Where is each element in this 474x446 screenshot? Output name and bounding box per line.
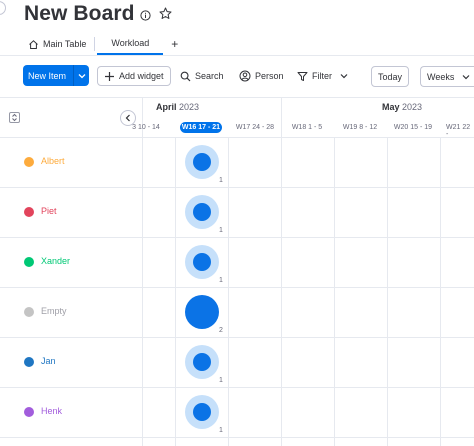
person-row-henk[interactable]: Henk — [0, 387, 143, 437]
person-color-dot — [24, 207, 34, 217]
chevron-left-icon — [125, 114, 130, 122]
add-widget-button[interactable]: Add widget — [97, 66, 171, 86]
person-name: Xander — [41, 256, 71, 266]
week-label: W19 8 - 12 — [342, 124, 378, 131]
chevron-down-icon — [462, 74, 470, 79]
month-april: April 2023 — [156, 102, 199, 112]
info-icon[interactable] — [140, 8, 151, 26]
today-button[interactable]: Today — [371, 66, 410, 87]
search-icon — [180, 71, 191, 81]
person-row-empty[interactable]: Empty — [0, 287, 143, 337]
month-year: 2023 — [402, 102, 423, 112]
workload-bubble-core — [193, 403, 211, 421]
week-label: W17 24 - 28 — [235, 124, 275, 131]
person-row-albert[interactable]: Albert — [0, 137, 143, 187]
column-divider — [387, 137, 388, 446]
week-label: W18 1 - 5 — [291, 124, 323, 131]
tab-divider — [94, 37, 96, 51]
person-name: Jan — [41, 356, 56, 366]
person-row-piet[interactable]: Piet — [0, 187, 143, 237]
view-select-value: Weeks — [427, 71, 455, 82]
week-label: W21 22 - — [446, 124, 471, 138]
workload-count: 1 — [219, 377, 223, 384]
column-divider — [440, 137, 441, 446]
filter-button[interactable]: Filter — [297, 66, 348, 86]
workload-count: 1 — [219, 427, 223, 434]
sort-icon[interactable] — [9, 112, 20, 123]
person-color-dot — [24, 257, 34, 267]
month-year: 2023 — [179, 102, 200, 112]
person-name: Henk — [41, 406, 63, 416]
person-row-jan[interactable]: Jan — [0, 337, 143, 387]
corner-circle-icon — [0, 1, 6, 15]
workload-bubble[interactable] — [185, 245, 219, 279]
person-color-dot — [24, 407, 34, 417]
workload-bubble[interactable] — [185, 395, 219, 429]
workload-count: 2 — [219, 327, 223, 334]
person-name: Albert — [41, 156, 65, 166]
filter-label: Filter — [312, 71, 332, 81]
row-divider — [0, 437, 474, 438]
column-divider — [228, 137, 229, 446]
person-row-xander[interactable]: Xander — [0, 237, 143, 287]
person-color-dot — [24, 307, 34, 317]
today-label: Today — [378, 71, 403, 82]
workload-bubble-core — [193, 203, 211, 221]
workload-bubble[interactable] — [185, 345, 219, 379]
new-item-label: New Item — [28, 70, 67, 81]
column-divider — [175, 137, 176, 446]
new-item-button[interactable]: New Item — [23, 65, 89, 86]
person-icon — [239, 70, 251, 82]
search-label: Search — [195, 71, 224, 81]
toolbar: New Item Add widget Search Person Filter… — [0, 63, 474, 89]
person-button[interactable]: Person — [239, 66, 284, 86]
board-title[interactable]: New Board — [24, 2, 135, 26]
home-icon — [29, 39, 38, 49]
workload-count: 1 — [219, 277, 223, 284]
person-name: Empty — [41, 306, 67, 316]
week-label: 3 10 - 14 — [132, 124, 160, 131]
star-icon[interactable] — [159, 7, 172, 25]
view-select[interactable]: Weeks — [420, 66, 474, 87]
plus-icon — [105, 71, 114, 81]
add-widget-label: Add widget — [119, 71, 164, 81]
month-divider — [281, 98, 282, 137]
add-view-button[interactable]: + — [163, 37, 186, 51]
workload-count: 1 — [219, 177, 223, 184]
workload-bubble-core — [193, 253, 211, 271]
workload-bubble-core — [193, 353, 211, 371]
tabs-divider — [0, 55, 474, 56]
person-color-dot — [24, 357, 34, 367]
column-divider — [281, 137, 282, 446]
month-name: April — [156, 102, 177, 112]
search-button[interactable]: Search — [180, 66, 224, 86]
workload-bubble-core — [193, 153, 211, 171]
chevron-down-icon[interactable] — [340, 73, 348, 79]
tab-workload[interactable]: Workload — [97, 33, 164, 55]
workload-bubble-full[interactable] — [185, 295, 219, 329]
view-tabs: Main Table Workload + — [22, 32, 186, 56]
week-label: W20 15 - 19 — [393, 124, 433, 131]
week-label-current[interactable]: W16 17 - 21 — [180, 122, 222, 133]
person-label: Person — [255, 71, 284, 81]
tab-workload-label: Workload — [111, 38, 150, 48]
person-color-dot — [24, 157, 34, 167]
workload-bubble[interactable] — [185, 145, 219, 179]
workload-bubble[interactable] — [185, 195, 219, 229]
month-name: May — [382, 102, 400, 112]
chevron-down-icon[interactable] — [74, 73, 89, 79]
month-may: May 2023 — [382, 102, 422, 112]
column-divider — [334, 137, 335, 446]
tab-main-table-label: Main Table — [43, 39, 87, 49]
filter-icon — [297, 71, 308, 81]
workload-count: 1 — [219, 227, 223, 234]
tab-main-table[interactable]: Main Table — [22, 33, 92, 55]
person-name: Piet — [41, 206, 57, 216]
